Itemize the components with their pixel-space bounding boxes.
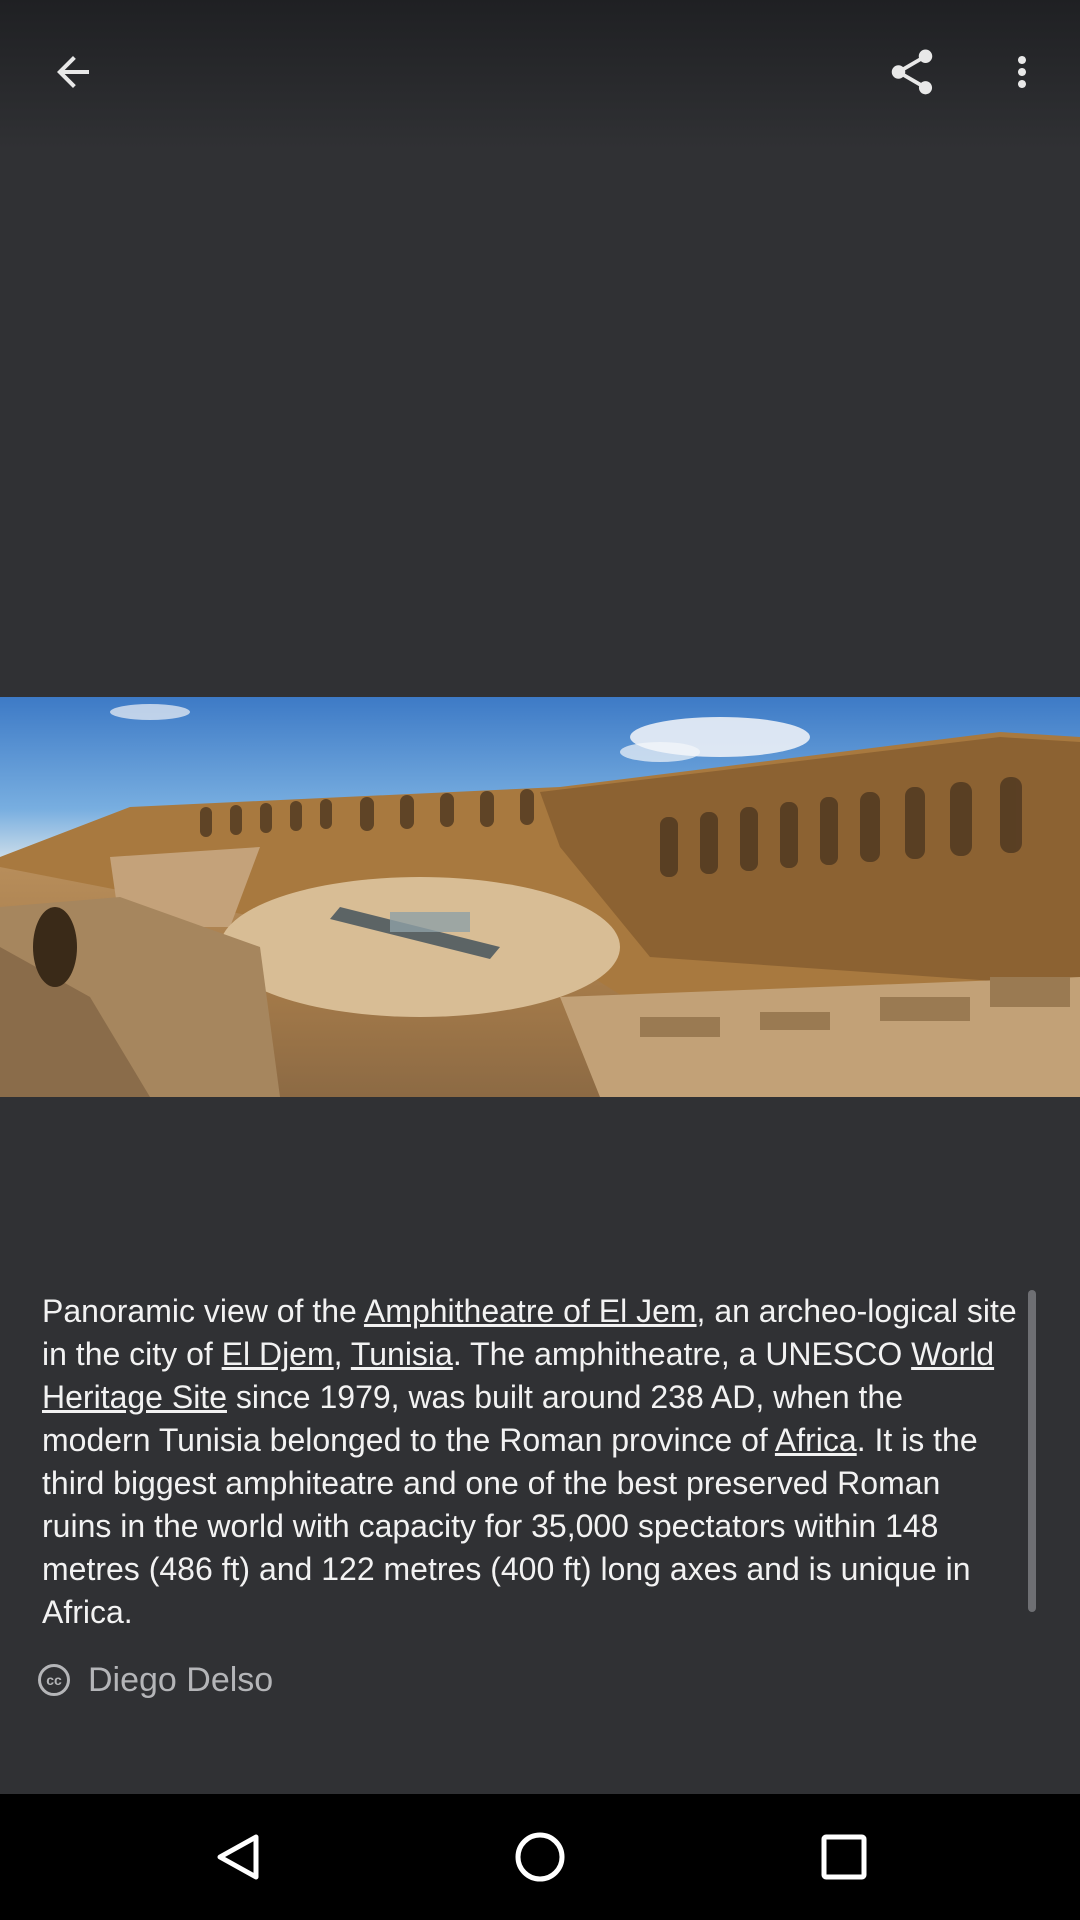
nav-home-button[interactable] xyxy=(450,1794,630,1920)
nav-back-button[interactable] xyxy=(148,1794,328,1920)
share-button[interactable] xyxy=(862,22,962,122)
amphitheatre-photo[interactable] xyxy=(0,697,1080,1097)
arrow-left-icon xyxy=(57,56,89,88)
nav-recents-button[interactable] xyxy=(754,1794,934,1920)
link-el-djem[interactable]: El Djem xyxy=(222,1336,334,1372)
more-options-button[interactable] xyxy=(972,22,1072,122)
link-tunisia[interactable]: Tunisia xyxy=(351,1336,453,1372)
caption-text: . The amphitheatre, a UNESCO xyxy=(452,1336,912,1372)
link-africa[interactable]: Africa xyxy=(775,1422,857,1458)
nav-recents-square-icon xyxy=(821,1834,867,1880)
share-icon xyxy=(891,49,933,95)
more-vert-icon xyxy=(1018,56,1026,88)
photo-credit[interactable]: cc Diego Delso xyxy=(38,1658,273,1702)
nav-home-circle-icon xyxy=(515,1832,565,1882)
author-name: Diego Delso xyxy=(88,1660,274,1699)
system-navigation-bar xyxy=(0,1794,1080,1920)
caption-scrollbar[interactable] xyxy=(1028,1290,1036,1612)
amphitheatre-illustration xyxy=(0,704,1080,1097)
caption-text: Panoramic view of the xyxy=(42,1293,364,1329)
cc-icon: cc xyxy=(38,1664,70,1696)
nav-back-triangle-icon xyxy=(217,1834,259,1880)
caption-text: , xyxy=(333,1336,351,1372)
link-amphitheatre-of-el-jem[interactable]: Amphitheatre of El Jem xyxy=(364,1293,697,1329)
photo-caption: Panoramic view of the Amphitheatre of El… xyxy=(42,1290,1017,1624)
back-button[interactable] xyxy=(23,22,123,122)
